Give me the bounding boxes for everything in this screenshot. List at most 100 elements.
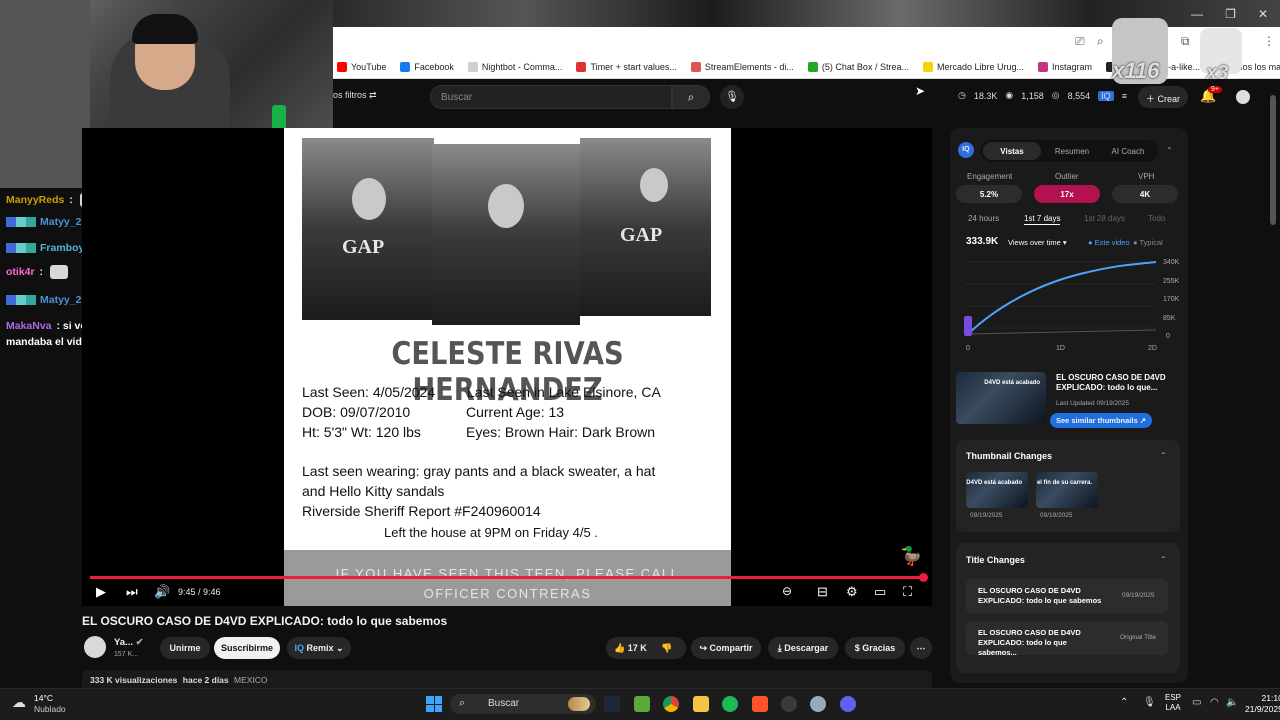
- menu-dots-icon[interactable]: ⋮: [1263, 34, 1275, 48]
- clock-icon: ◷: [958, 90, 966, 100]
- similar-thumbnail-text: D4VD está acabado: [984, 380, 1040, 386]
- views-curve-typical: [967, 329, 1157, 335]
- maximize-icon[interactable]: ❐: [1225, 7, 1236, 21]
- views-mode-select[interactable]: Views over time ▾: [1008, 238, 1067, 247]
- list-icon[interactable]: ≡: [1122, 91, 1127, 101]
- chat-badges-icon: [6, 217, 36, 228]
- bookmark-item[interactable]: (5) Chat Box / Strea...: [807, 61, 909, 72]
- saturn-widget-icon[interactable]: [568, 697, 590, 711]
- settings-gear-icon[interactable]: ⚙: [846, 584, 858, 600]
- play-icon[interactable]: ▶: [96, 584, 106, 600]
- vidiq-tab-ai-coach[interactable]: AI Coach: [1100, 142, 1156, 160]
- similar-thumbnail[interactable]: D4VD está acabado: [956, 372, 1046, 424]
- bookmark-favicon-icon: [807, 61, 818, 72]
- volume-icon[interactable]: 🔊: [154, 584, 170, 600]
- vidiq-tab-vistas[interactable]: Vistas: [983, 142, 1041, 160]
- range-all[interactable]: Todo: [1148, 214, 1165, 223]
- extensions-icon[interactable]: ⧉: [1181, 34, 1190, 49]
- chat-username[interactable]: Framboy: [40, 242, 84, 254]
- minimize-icon[interactable]: —: [1191, 7, 1203, 21]
- speaker-icon[interactable]: 🔈: [1226, 697, 1238, 708]
- thanks-button[interactable]: $ Gracias: [845, 637, 905, 659]
- app-icon[interactable]: [810, 696, 826, 712]
- subtitles-icon[interactable]: ⊟: [817, 584, 828, 600]
- bookmark-favicon-icon: [576, 61, 587, 72]
- range-28d[interactable]: 1st 28 days: [1084, 214, 1125, 223]
- language-indicator[interactable]: ESP LAA: [1165, 693, 1181, 713]
- brave-icon[interactable]: [752, 696, 768, 712]
- channel-avatar[interactable]: [84, 636, 106, 658]
- see-similar-button[interactable]: See similar thumbnails ↗: [1050, 413, 1152, 428]
- vidiq-icon[interactable]: IQ: [1098, 90, 1114, 101]
- thumbnail-change-text: D4VD está acabado: [966, 480, 1022, 486]
- autoplay-toggle-icon[interactable]: ⊖: [782, 584, 792, 598]
- chat-username[interactable]: ManyyReds: [6, 194, 64, 206]
- bookmark-item[interactable]: Nightbot - Comma...: [467, 61, 562, 72]
- metric-engagement-value: 5.2%: [956, 185, 1022, 203]
- theater-mode-icon[interactable]: ▭: [874, 584, 886, 600]
- obs-icon[interactable]: [781, 696, 797, 712]
- create-button[interactable]: ＋ Crear: [1138, 86, 1188, 108]
- page-scrollbar[interactable]: [1270, 95, 1276, 225]
- join-button[interactable]: Unirme: [160, 637, 210, 659]
- chat-username[interactable]: MakaNva: [6, 320, 52, 332]
- bookmark-item[interactable]: Facebook: [400, 61, 454, 72]
- thumbnail-change-2[interactable]: el fin de su carrera.: [1036, 472, 1098, 508]
- remix-button[interactable]: IQ Remix ⌄: [287, 637, 351, 659]
- bookmark-item[interactable]: Timer + start values...: [576, 61, 677, 72]
- range-24h[interactable]: 24 hours: [968, 214, 999, 223]
- bookmark-item[interactable]: Mercado Libre Urug...: [922, 61, 1024, 72]
- monitor-icon[interactable]: ▭: [1192, 697, 1201, 708]
- tray-mic-icon[interactable]: 🎙: [1143, 697, 1156, 708]
- filters-button[interactable]: os filtros ⇄: [333, 90, 377, 101]
- share-button[interactable]: ↪ Compartir: [691, 637, 761, 659]
- chat-username[interactable]: otik4r: [6, 266, 35, 278]
- thumbnail-change-1[interactable]: D4VD está acabado: [966, 472, 1028, 508]
- discord-icon[interactable]: [840, 696, 856, 712]
- clock[interactable]: 21:1021/9/2025: [1245, 693, 1280, 715]
- collapse-icon[interactable]: ⌃: [1160, 555, 1167, 564]
- search-input[interactable]: Buscar: [430, 85, 672, 109]
- range-7d[interactable]: 1st 7 days: [1024, 214, 1060, 223]
- description-box[interactable]: 333 K visualizaciones hace 2 días MEXICO: [82, 670, 932, 690]
- collapse-icon[interactable]: ⌃: [1160, 451, 1167, 460]
- download-button[interactable]: ⤓ Descargar: [768, 637, 838, 659]
- chrome-icon[interactable]: [663, 696, 679, 712]
- next-icon[interactable]: ⏭: [126, 584, 138, 600]
- sticker-count: x3: [1206, 62, 1229, 84]
- dislike-button[interactable]: 👎: [661, 643, 672, 653]
- steam-icon[interactable]: [604, 696, 620, 712]
- windows-start-icon[interactable]: [426, 696, 442, 712]
- video-title: EL OSCURO CASO DE D4VD EXPLICADO: todo l…: [82, 614, 448, 628]
- stat-subs: 1,158: [1021, 90, 1044, 101]
- file-explorer-icon[interactable]: [693, 696, 709, 712]
- account-avatar[interactable]: [1236, 90, 1250, 104]
- search-button[interactable]: ⌕: [672, 85, 710, 109]
- channel-name[interactable]: Ya... ✔: [114, 637, 144, 648]
- player-time: 9:45 / 9:46: [178, 587, 221, 597]
- bookmark-item[interactable]: Instagram: [1038, 61, 1092, 72]
- stat-watch: 8,554: [1067, 90, 1091, 101]
- close-icon[interactable]: ✕: [1258, 7, 1268, 21]
- like-button[interactable]: 👍 17 K: [614, 643, 647, 653]
- bookmark-item[interactable]: StreamElements - di...: [690, 61, 794, 72]
- bookmark-label: Timer + start values...: [590, 61, 677, 72]
- voice-search-button[interactable]: 🎙: [720, 85, 744, 109]
- spotify-icon[interactable]: [722, 696, 738, 712]
- more-actions-button[interactable]: ⋯: [910, 637, 932, 659]
- cast-icon[interactable]: ⎚: [1075, 34, 1085, 49]
- wifi-icon[interactable]: ◠: [1210, 697, 1219, 708]
- fullscreen-icon[interactable]: ⛶: [903, 584, 912, 600]
- vidiq-tab-resumen[interactable]: Resumen: [1044, 142, 1100, 160]
- eye-icon: ◎: [1051, 90, 1060, 100]
- chat-emote-icon: [49, 265, 68, 280]
- zoom-icon[interactable]: ⌕: [1097, 34, 1104, 49]
- bookmark-item[interactable]: YouTube: [337, 61, 386, 72]
- progress-bar[interactable]: [90, 576, 922, 579]
- weather-icon[interactable]: ☁: [12, 694, 26, 711]
- people-icon: ◉: [1005, 90, 1014, 100]
- minecraft-icon[interactable]: [634, 696, 650, 712]
- subscribe-button[interactable]: Suscribirme: [214, 637, 280, 659]
- collapse-icon[interactable]: ⌃: [1166, 146, 1173, 155]
- tray-chevron-icon[interactable]: ⌃: [1120, 697, 1128, 708]
